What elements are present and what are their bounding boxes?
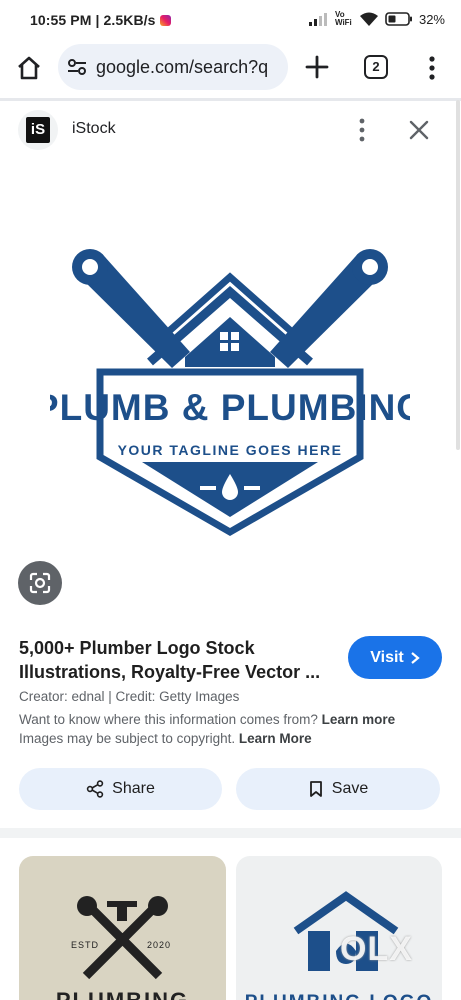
related-image-thumbnail[interactable]: ESTD 2020 PLUMBING — [19, 856, 226, 1000]
info-text: Want to know where this information come… — [19, 712, 318, 727]
vowifi-label: Vo WiFi — [334, 10, 352, 27]
istock-logo: iS — [26, 117, 50, 143]
google-lens-button[interactable] — [18, 561, 62, 605]
new-tab-icon[interactable] — [304, 54, 330, 80]
plumbing-logo-image: PLUMB & PLUMBING YOUR TAGLINE GOES HERE — [50, 249, 410, 537]
result-title-line-1[interactable]: 5,000+ Plumber Logo Stock — [19, 636, 339, 660]
share-icon — [86, 780, 104, 798]
logo-tagline-text: YOUR TAGLINE GOES HERE — [118, 442, 343, 458]
year-label: 2020 — [147, 940, 172, 950]
more-menu-icon[interactable] — [424, 55, 440, 81]
share-button[interactable]: Share — [19, 768, 222, 810]
source-favicon: iS — [18, 110, 58, 150]
preview-image[interactable]: PLUMB & PLUMBING YOUR TAGLINE GOES HERE — [0, 160, 461, 620]
related-image-thumbnail[interactable]: PLUMBING LOGO — [236, 856, 442, 1000]
address-bar[interactable]: google.com/search?q — [58, 44, 288, 90]
image-source-header: iS iStock — [0, 104, 461, 156]
result-title-line-2[interactable]: Illustrations, Royalty-Free Vector ... — [19, 660, 339, 684]
battery-percent: 32% — [418, 11, 445, 27]
close-icon[interactable] — [406, 117, 432, 143]
wifi-icon — [359, 12, 378, 26]
tab-switcher-button[interactable]: 2 — [364, 55, 388, 79]
thumbnail-caption: PLUMBING LOGO — [236, 992, 442, 1000]
toolbar-divider — [0, 98, 461, 101]
signal-icon — [308, 13, 327, 26]
site-settings-icon[interactable] — [66, 56, 88, 78]
browser-toolbar: google.com/search?q 2 — [0, 40, 461, 98]
status-bar: 10:55 PM | 2.5KB/s Vo WiFi 32% — [0, 0, 461, 40]
estd-label: ESTD — [71, 940, 100, 950]
visit-button[interactable]: Visit — [348, 636, 442, 679]
crossed-wrenches-image — [77, 896, 168, 980]
copyright-text: Images may be subject to copyright. — [19, 731, 236, 746]
olx-watermark: OLX — [340, 930, 413, 968]
home-icon[interactable] — [14, 53, 44, 83]
url-text[interactable]: google.com/search?q — [96, 57, 268, 78]
status-time: 10:55 PM | 2.5KB/s — [30, 12, 171, 28]
battery-icon — [385, 12, 412, 26]
learn-more-link[interactable]: Learn more — [322, 712, 396, 727]
save-label: Save — [331, 780, 369, 797]
chevron-right-icon — [411, 651, 420, 664]
instagram-notification-icon — [159, 15, 171, 26]
info-line: Want to know where this information come… — [19, 712, 395, 727]
bookmark-icon — [309, 781, 322, 797]
logo-title-text: PLUMB & PLUMBING — [50, 387, 410, 428]
section-divider — [0, 828, 461, 838]
thumbnail-caption: PLUMBING — [19, 988, 226, 1000]
status-time-text: 10:55 PM | 2.5KB/s — [30, 12, 156, 28]
save-button[interactable]: Save — [236, 768, 440, 810]
more-options-icon[interactable] — [354, 116, 370, 144]
image-credit: Creator: ednal | Credit: Getty Images — [19, 689, 240, 704]
copyright-line: Images may be subject to copyright. Lear… — [19, 731, 312, 746]
lens-icon — [29, 572, 51, 594]
status-icons: Vo WiFi 32% — [308, 10, 445, 27]
result-title[interactable]: 5,000+ Plumber Logo Stock Illustrations,… — [19, 636, 339, 684]
visit-label: Visit — [370, 648, 404, 666]
copyright-learn-more-link[interactable]: Learn More — [239, 731, 312, 746]
source-name[interactable]: iStock — [72, 120, 116, 138]
share-label: Share — [112, 780, 155, 797]
